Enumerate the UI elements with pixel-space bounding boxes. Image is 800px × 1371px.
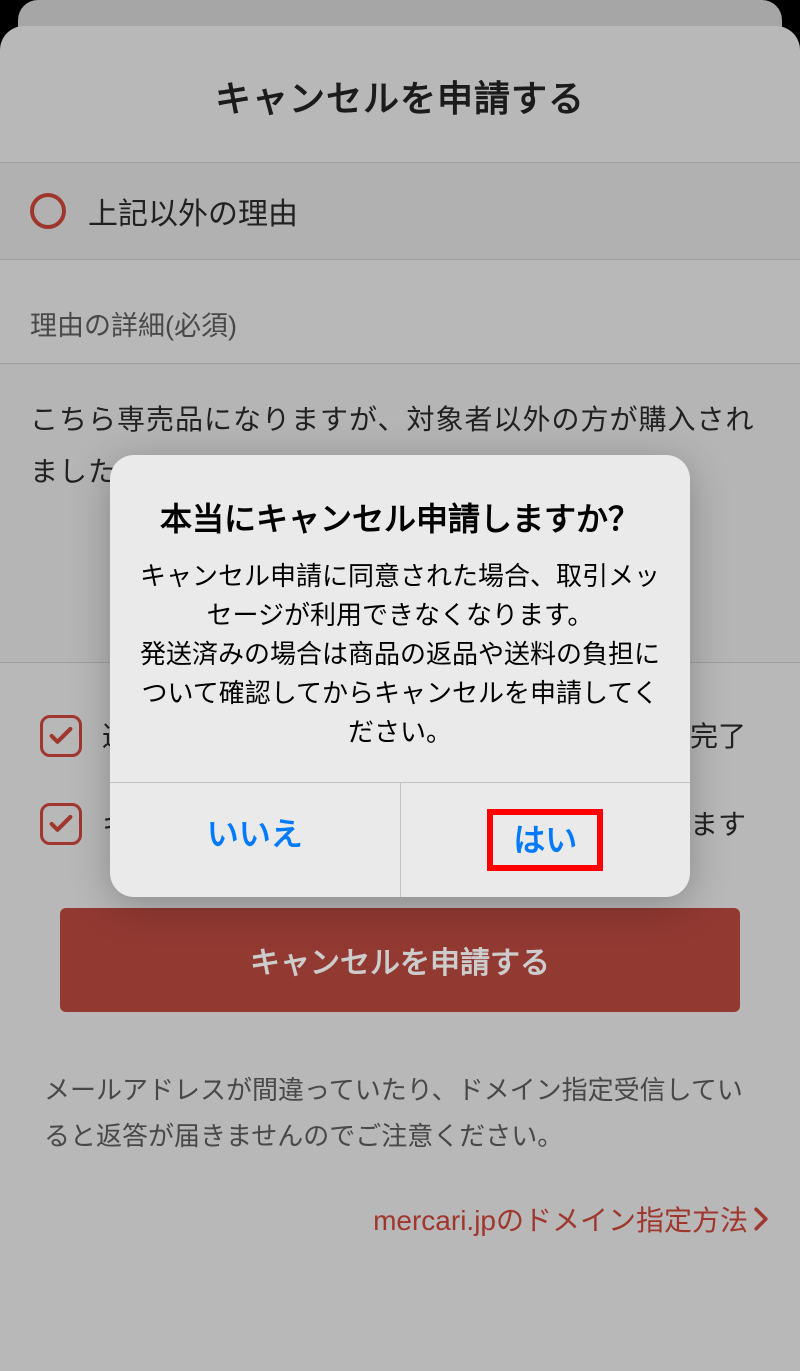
dialog-no-button[interactable]: いいえ bbox=[110, 783, 401, 897]
dialog-yes-button[interactable]: はい bbox=[401, 783, 691, 897]
confirm-dialog: 本当にキャンセル申請しますか？ キャンセル申請に同意された場合、取引メッセージが… bbox=[110, 455, 690, 897]
dialog-title: 本当にキャンセル申請しますか？ bbox=[138, 495, 662, 543]
dialog-message: キャンセル申請に同意された場合、取引メッセージが利用できなくなります。 発送済み… bbox=[138, 557, 662, 752]
yes-highlight: はい bbox=[487, 809, 603, 871]
